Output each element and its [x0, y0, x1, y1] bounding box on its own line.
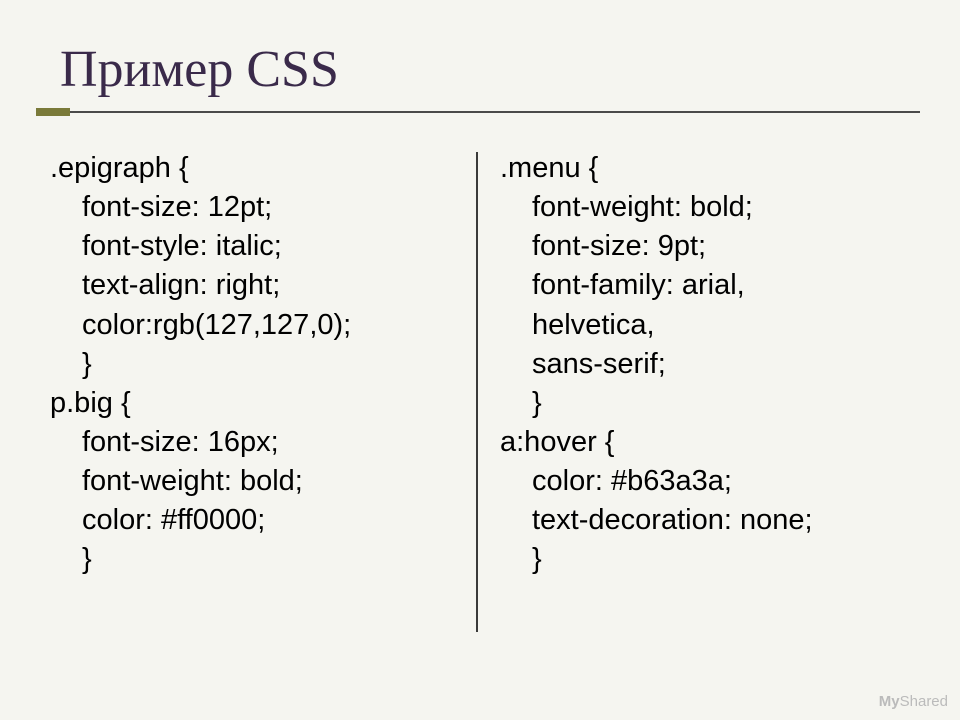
code-line: color:rgb(127,127,0); [50, 306, 460, 345]
code-line: font-style: italic; [50, 227, 460, 266]
left-column: .epigraph { font-size: 12pt; font-style:… [50, 149, 480, 580]
code-line: p.big { [50, 384, 460, 423]
code-line: font-family: arial, [500, 266, 910, 305]
title-underline [70, 111, 920, 113]
watermark-shared: Shared [900, 693, 948, 710]
code-line: } [500, 540, 910, 579]
content-columns: .epigraph { font-size: 12pt; font-style:… [50, 149, 910, 580]
watermark-my: My [879, 693, 900, 710]
code-line: sans-serif; [500, 345, 910, 384]
code-line: text-decoration: none; [500, 501, 910, 540]
code-line: helvetica, [500, 306, 910, 345]
code-line: a:hover { [500, 423, 910, 462]
watermark: MyShared [879, 693, 948, 710]
right-column: .menu { font-weight: bold; font-size: 9p… [480, 149, 910, 580]
code-line: color: #b63a3a; [500, 462, 910, 501]
code-line: font-size: 16px; [50, 423, 460, 462]
code-line: font-weight: bold; [500, 188, 910, 227]
code-line: text-align: right; [50, 266, 460, 305]
code-line: } [50, 540, 460, 579]
code-line: font-weight: bold; [50, 462, 460, 501]
code-line: .menu { [500, 149, 910, 188]
code-line: } [50, 345, 460, 384]
title-accent-marker [36, 108, 70, 116]
code-line: color: #ff0000; [50, 501, 460, 540]
code-line: } [500, 384, 910, 423]
slide-title: Пример CSS [60, 40, 910, 99]
code-line: .epigraph { [50, 149, 460, 188]
code-line: font-size: 12pt; [50, 188, 460, 227]
code-line: font-size: 9pt; [500, 227, 910, 266]
